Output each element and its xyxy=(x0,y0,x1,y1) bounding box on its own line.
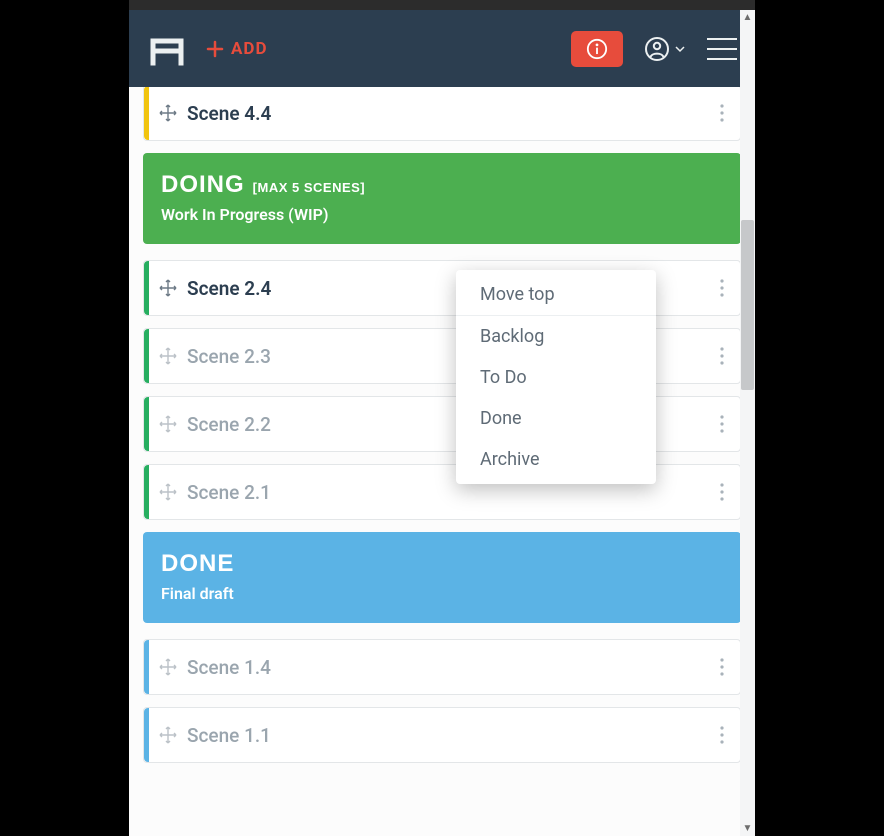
move-icon xyxy=(159,279,177,297)
account-menu-button[interactable] xyxy=(645,37,685,61)
drag-handle[interactable] xyxy=(159,658,177,676)
card-title: Scene 2.2 xyxy=(187,413,271,436)
card-stripe xyxy=(144,465,149,519)
card-menu-button[interactable] xyxy=(716,415,728,433)
scene-card[interactable]: Scene 1.4 xyxy=(143,639,741,695)
drag-handle[interactable] xyxy=(159,347,177,365)
card-stripe xyxy=(144,261,149,315)
hamburger-menu-button[interactable] xyxy=(707,38,737,60)
move-icon xyxy=(159,347,177,365)
card-title: Scene 2.1 xyxy=(187,481,271,504)
window-top-bar xyxy=(129,0,755,10)
scene-card[interactable]: Scene 1.1 xyxy=(143,707,741,763)
scene-card[interactable]: Scene 4.4 xyxy=(143,87,741,141)
board-content: Scene 4.4 DOING [MAX 5 SCENES] Work In P… xyxy=(129,87,755,836)
section-subtitle: Work In Progress (WIP) xyxy=(161,205,723,224)
menu-item-backlog[interactable]: Backlog xyxy=(456,316,656,357)
card-menu-button[interactable] xyxy=(716,279,728,297)
kebab-icon xyxy=(720,347,724,365)
card-stripe xyxy=(144,708,149,762)
menu-item-move-top[interactable]: Move top xyxy=(456,274,656,316)
card-title: Scene 1.1 xyxy=(187,724,271,747)
drag-handle[interactable] xyxy=(159,415,177,433)
logo-icon xyxy=(147,29,187,69)
add-button[interactable]: ADD xyxy=(205,39,268,59)
scroll-up-arrow[interactable]: ▲ xyxy=(740,10,755,25)
card-title: Scene 4.4 xyxy=(187,102,271,125)
kebab-icon xyxy=(720,726,724,744)
move-icon xyxy=(159,104,177,122)
caret-down-icon xyxy=(675,44,685,54)
menu-item-todo[interactable]: To Do xyxy=(456,357,656,398)
section-header-done: DONE Final draft xyxy=(143,532,741,623)
card-menu-button[interactable] xyxy=(716,347,728,365)
kebab-icon xyxy=(720,279,724,297)
card-title: Scene 1.4 xyxy=(187,656,271,679)
scroll-thumb[interactable] xyxy=(741,220,754,390)
card-menu-button[interactable] xyxy=(716,726,728,744)
card-menu-button[interactable] xyxy=(716,104,728,122)
card-stripe xyxy=(144,640,149,694)
vertical-scrollbar[interactable]: ▲ ▼ xyxy=(740,10,755,836)
hamburger-line xyxy=(707,38,737,40)
top-navbar: ADD xyxy=(129,10,755,87)
drag-handle[interactable] xyxy=(159,483,177,501)
card-stripe xyxy=(144,397,149,451)
kebab-icon xyxy=(720,483,724,501)
card-context-menu: Move top Backlog To Do Done Archive xyxy=(456,270,656,484)
card-stripe xyxy=(144,87,149,140)
card-title: Scene 2.4 xyxy=(187,277,271,300)
card-title: Scene 2.3 xyxy=(187,345,271,368)
user-icon xyxy=(645,37,669,61)
drag-handle[interactable] xyxy=(159,104,177,122)
section-header-doing: DOING [MAX 5 SCENES] Work In Progress (W… xyxy=(143,153,741,244)
kebab-icon xyxy=(720,415,724,433)
drag-handle[interactable] xyxy=(159,279,177,297)
drag-handle[interactable] xyxy=(159,726,177,744)
menu-item-archive[interactable]: Archive xyxy=(456,439,656,480)
move-icon xyxy=(159,415,177,433)
info-icon xyxy=(586,38,608,60)
hamburger-line xyxy=(707,48,737,50)
move-icon xyxy=(159,483,177,501)
hamburger-line xyxy=(707,58,737,60)
card-menu-button[interactable] xyxy=(716,483,728,501)
kebab-icon xyxy=(720,104,724,122)
section-note: [MAX 5 SCENES] xyxy=(253,180,365,195)
app-logo[interactable] xyxy=(147,29,187,69)
card-menu-button[interactable] xyxy=(716,658,728,676)
card-stripe xyxy=(144,329,149,383)
app-viewport: ADD xyxy=(129,0,755,836)
add-button-label: ADD xyxy=(231,39,268,59)
kebab-icon xyxy=(720,658,724,676)
section-title: DONE xyxy=(161,550,234,578)
section-subtitle: Final draft xyxy=(161,584,723,603)
plus-icon xyxy=(205,39,225,59)
move-icon xyxy=(159,726,177,744)
move-icon xyxy=(159,658,177,676)
info-button[interactable] xyxy=(571,31,623,67)
section-title: DOING xyxy=(161,171,245,199)
scroll-down-arrow[interactable]: ▼ xyxy=(740,821,755,836)
menu-item-done[interactable]: Done xyxy=(456,398,656,439)
